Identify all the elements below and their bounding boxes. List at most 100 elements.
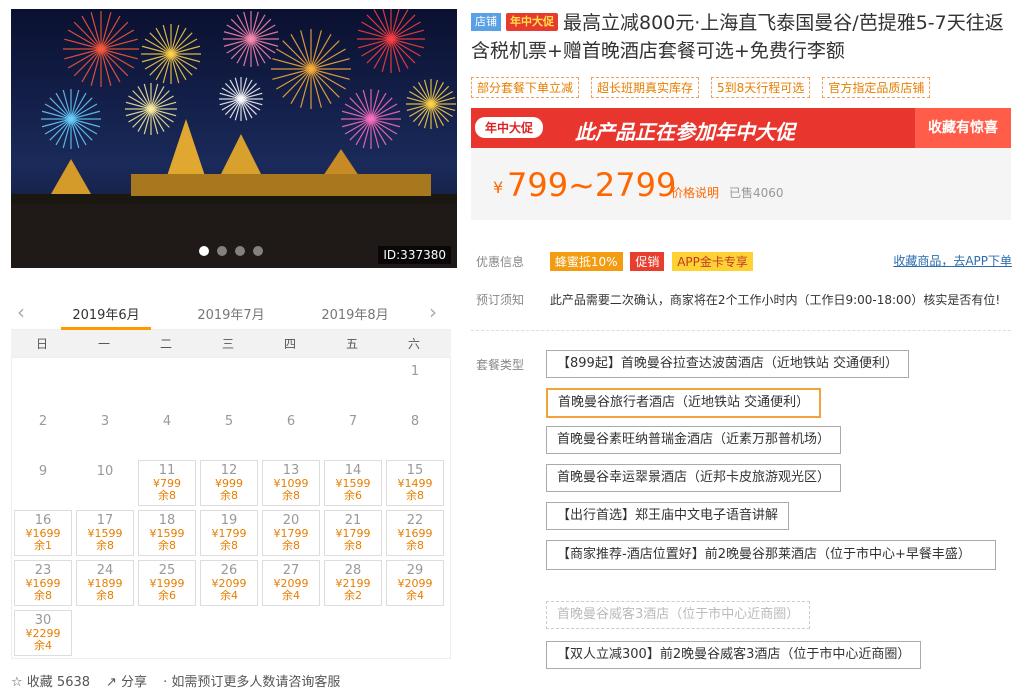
- honey-discount-pill[interactable]: 蜂蜜抵10%: [549, 252, 623, 271]
- weekday-label: 日: [35, 337, 48, 351]
- day-number: 16: [34, 513, 52, 528]
- package-option[interactable]: 【商家推荐-酒店位置好】前2晚曼谷那莱酒店（位于市中心+早餐丰盛）: [546, 540, 996, 570]
- day-stock: 余1: [34, 539, 52, 552]
- calendar-day: 3: [100, 414, 110, 429]
- day-stock: 余4: [34, 639, 52, 652]
- day-stock: 余6: [158, 589, 176, 602]
- calendar-day: 4: [162, 414, 172, 429]
- calendar-day[interactable]: 19 ¥1799 余8: [200, 510, 258, 556]
- next-month-arrow-icon[interactable]: ›: [429, 300, 437, 324]
- app-order-link[interactable]: 收藏商品，去APP下单: [893, 252, 1012, 269]
- calendar-day: 2: [38, 414, 48, 429]
- day-number: 22: [406, 513, 424, 528]
- favorite-surprise-button[interactable]: 收藏有惊喜: [915, 108, 1011, 148]
- package-option[interactable]: 首晚曼谷素旺纳普瑞金酒店（近素万那普机场）: [546, 426, 842, 454]
- month-tab-july[interactable]: 2019年7月: [181, 304, 281, 323]
- feature-tags: 部分套餐下单立减 超长班期真实库存 5到8天行程可选 官方指定品质店铺: [471, 77, 1013, 98]
- day-stock: 余8: [34, 589, 52, 602]
- notice-text: 此产品需要二次确认，商家将在2个工作小时内（工作日9:00-18:00）核实是否…: [549, 293, 1001, 307]
- share-label: 分享: [121, 675, 148, 690]
- weekday-header: 日一二三四五六: [11, 330, 451, 358]
- weekday-label: 一: [97, 337, 110, 351]
- calendar-day[interactable]: 25 ¥1999 余6: [138, 560, 196, 606]
- price-explain-link[interactable]: 价格说明: [671, 184, 719, 201]
- calendar-day[interactable]: 11 ¥799 余8: [138, 460, 196, 506]
- package-option[interactable]: 首晚曼谷幸运翠景酒店（近邦卡皮旅游观光区）: [546, 464, 842, 492]
- product-title: 店铺 年中大促 最高立减800元·上海直飞泰国曼谷/芭提雅5-7天往返含税机票+赠首…: [471, 9, 1013, 65]
- calendar-day[interactable]: 14 ¥1599 余6: [324, 460, 382, 506]
- calendar-day[interactable]: 17 ¥1599 余8: [76, 510, 134, 556]
- sold-count: 已售4060: [729, 186, 784, 200]
- calendar-day[interactable]: 22 ¥1699 余8: [386, 510, 444, 556]
- month-tab-june[interactable]: 2019年6月: [56, 304, 156, 323]
- day-number: 28: [344, 563, 362, 578]
- calendar-day[interactable]: 18 ¥1599 余8: [138, 510, 196, 556]
- weekday-label: 五: [345, 337, 358, 351]
- prev-month-arrow-icon[interactable]: ‹: [17, 300, 25, 324]
- calendar-day[interactable]: 28 ¥2199 余2: [324, 560, 382, 606]
- promo-logo: 年中大促: [475, 117, 544, 138]
- day-stock: 余8: [406, 539, 424, 552]
- package-option[interactable]: 【双人立减300】前2晚曼谷威客3酒店（位于市中心近商圈）: [546, 641, 922, 669]
- calendar-day[interactable]: 30 ¥2299 余4: [14, 610, 72, 656]
- day-number: 14: [344, 463, 362, 478]
- weekday-label: 二: [159, 337, 172, 351]
- tag: 超长班期真实库存: [591, 77, 700, 98]
- app-gold-pill[interactable]: APP金卡专享: [672, 252, 753, 271]
- day-number: 25: [158, 563, 176, 578]
- calendar-day[interactable]: 12 ¥999 余8: [200, 460, 258, 506]
- calendar-day[interactable]: 15 ¥1499 余8: [386, 460, 444, 506]
- selected-month-underline: [61, 327, 151, 330]
- calendar-grid: 1 2 3 4 5 6 7 8 9 10 11 ¥799 余8 12 ¥999 余8 13 ¥1099 余8 14 ¥1…: [11, 358, 451, 659]
- calendar-day: 10: [96, 464, 114, 479]
- weekday-label: 六: [407, 337, 420, 351]
- day-number: 12: [220, 463, 238, 478]
- day-stock: 余8: [282, 539, 300, 552]
- discount-row: 优惠信息 蜂蜜抵10% 促销 APP金卡专享 收藏商品，去APP下单: [476, 252, 1012, 271]
- notice-row: 预订须知 此产品需要二次确认，商家将在2个工作小时内（工作日9:00-18:00…: [476, 291, 1000, 308]
- day-number: 13: [282, 463, 300, 478]
- day-stock: 余8: [282, 489, 300, 502]
- package-option[interactable]: 【899起】首晚曼谷拉查达波茵酒店（近地铁站 交通便利）: [546, 350, 909, 378]
- calendar-day[interactable]: 26 ¥2099 余4: [200, 560, 258, 606]
- share-button[interactable]: ↗ 分享: [106, 671, 147, 690]
- price-range: 799~2799: [507, 166, 677, 204]
- day-number: 21: [344, 513, 362, 528]
- favorite-button[interactable]: ☆ 收藏 5638: [11, 671, 90, 690]
- calendar-day: 1: [410, 364, 420, 379]
- day-number: 15: [406, 463, 424, 478]
- day-stock: 余4: [282, 589, 300, 602]
- divider: [471, 330, 1011, 331]
- calendar-day[interactable]: 13 ¥1099 余8: [262, 460, 320, 506]
- empty-cell: [74, 358, 136, 408]
- product-image[interactable]: ID:337380: [11, 9, 457, 268]
- calendar-day: 9: [38, 464, 48, 479]
- package-label-text: 套餐类型: [476, 358, 525, 372]
- shop-badge[interactable]: 店铺: [471, 13, 501, 31]
- day-number: 11: [158, 463, 176, 478]
- image-id-label: ID:337380: [378, 246, 451, 264]
- calendar-day[interactable]: 29 ¥2099 余4: [386, 560, 444, 606]
- empty-cell: [136, 358, 198, 408]
- day-number: 27: [282, 563, 300, 578]
- package-option-selected[interactable]: 首晚曼谷旅行者酒店（近地铁站 交通便利）: [546, 388, 822, 418]
- tag: 官方指定品质店铺: [822, 77, 931, 98]
- promotion-pill[interactable]: 促销: [630, 252, 665, 271]
- price-box: ¥ 799~2799 价格说明 已售4060: [471, 148, 1011, 220]
- day-stock: 余8: [344, 539, 362, 552]
- tag: 部分套餐下单立减: [471, 77, 580, 98]
- carousel-dots[interactable]: [199, 246, 263, 256]
- month-tab-august[interactable]: 2019年8月: [305, 304, 405, 323]
- calendar-day[interactable]: 23 ¥1699 余8: [14, 560, 72, 606]
- calendar-day[interactable]: 24 ¥1899 余8: [76, 560, 134, 606]
- promo-banner[interactable]: 年中大促 此产品正在参加年中大促 收藏有惊喜: [471, 108, 1011, 148]
- calendar-day[interactable]: 27 ¥2099 余4: [262, 560, 320, 606]
- calendar-day[interactable]: 21 ¥1799 余8: [324, 510, 382, 556]
- package-option[interactable]: 【出行首选】郑王庙中文电子语音讲解: [546, 502, 790, 530]
- calendar-day[interactable]: 20 ¥1799 余8: [262, 510, 320, 556]
- calendar-day[interactable]: 16 ¥1699 余1: [14, 510, 72, 556]
- package-label: 套餐类型: [476, 356, 536, 373]
- empty-cell: [260, 358, 322, 408]
- empty-cell: [12, 358, 74, 408]
- calendar-day: 7: [348, 414, 358, 429]
